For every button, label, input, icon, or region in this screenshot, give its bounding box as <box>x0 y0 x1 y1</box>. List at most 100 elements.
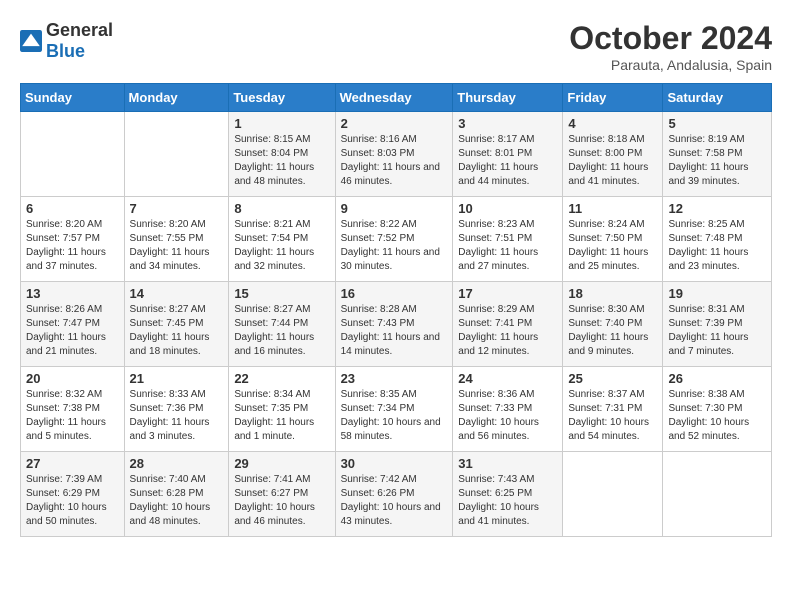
day-number: 2 <box>341 116 448 131</box>
day-cell <box>563 452 663 537</box>
day-number: 29 <box>234 456 329 471</box>
day-number: 14 <box>130 286 224 301</box>
day-cell: 26 Sunrise: 8:38 AMSunset: 7:30 PMDayligh… <box>663 367 772 452</box>
main-title: October 2024 <box>569 20 772 57</box>
week-row-2: 6 Sunrise: 8:20 AMSunset: 7:57 PMDaylight… <box>21 197 772 282</box>
day-detail: Sunrise: 8:15 AMSunset: 8:04 PMDaylight:… <box>234 133 329 189</box>
week-row-1: 1 Sunrise: 8:15 AMSunset: 8:04 PMDaylight… <box>21 112 772 197</box>
page-header: General Blue October 2024 Parauta, Andal… <box>20 20 772 73</box>
day-detail: Sunrise: 8:23 AMSunset: 7:51 PMDaylight:… <box>458 218 557 274</box>
day-detail: Sunrise: 8:32 AMSunset: 7:38 PMDaylight:… <box>26 388 119 444</box>
day-detail: Sunrise: 7:42 AMSunset: 6:26 PMDaylight:… <box>341 473 448 529</box>
header-day-monday: Monday <box>124 84 229 112</box>
header-day-sunday: Sunday <box>21 84 125 112</box>
day-cell: 13 Sunrise: 8:26 AMSunset: 7:47 PMDayligh… <box>21 282 125 367</box>
day-cell: 15 Sunrise: 8:27 AMSunset: 7:44 PMDayligh… <box>229 282 335 367</box>
day-number: 10 <box>458 201 557 216</box>
day-detail: Sunrise: 8:34 AMSunset: 7:35 PMDaylight:… <box>234 388 329 444</box>
day-detail: Sunrise: 8:17 AMSunset: 8:01 PMDaylight:… <box>458 133 557 189</box>
week-row-5: 27 Sunrise: 7:39 AMSunset: 6:29 PMDayligh… <box>21 452 772 537</box>
day-number: 27 <box>26 456 119 471</box>
logo-general: General <box>46 20 113 40</box>
header-day-tuesday: Tuesday <box>229 84 335 112</box>
day-cell: 9 Sunrise: 8:22 AMSunset: 7:52 PMDaylight… <box>335 197 453 282</box>
day-cell <box>124 112 229 197</box>
day-number: 5 <box>668 116 766 131</box>
logo-icon <box>20 30 42 52</box>
day-detail: Sunrise: 8:29 AMSunset: 7:41 PMDaylight:… <box>458 303 557 359</box>
day-cell: 7 Sunrise: 8:20 AMSunset: 7:55 PMDaylight… <box>124 197 229 282</box>
day-cell: 3 Sunrise: 8:17 AMSunset: 8:01 PMDaylight… <box>453 112 563 197</box>
day-detail: Sunrise: 7:40 AMSunset: 6:28 PMDaylight:… <box>130 473 224 529</box>
day-number: 22 <box>234 371 329 386</box>
day-cell: 29Sunrise: 7:41 AMSunset: 6:27 PMDayligh… <box>229 452 335 537</box>
day-number: 28 <box>130 456 224 471</box>
day-number: 17 <box>458 286 557 301</box>
day-detail: Sunrise: 8:28 AMSunset: 7:43 PMDaylight:… <box>341 303 448 359</box>
day-number: 11 <box>568 201 657 216</box>
logo: General Blue <box>20 20 113 62</box>
day-number: 25 <box>568 371 657 386</box>
day-cell: 20 Sunrise: 8:32 AMSunset: 7:38 PMDayligh… <box>21 367 125 452</box>
day-number: 16 <box>341 286 448 301</box>
day-number: 6 <box>26 201 119 216</box>
day-number: 3 <box>458 116 557 131</box>
day-number: 7 <box>130 201 224 216</box>
day-cell: 18Sunrise: 8:30 AMSunset: 7:40 PMDayligh… <box>563 282 663 367</box>
day-number: 13 <box>26 286 119 301</box>
day-number: 1 <box>234 116 329 131</box>
subtitle: Parauta, Andalusia, Spain <box>569 57 772 73</box>
day-cell <box>663 452 772 537</box>
day-detail: Sunrise: 8:30 AMSunset: 7:40 PMDaylight:… <box>568 303 657 359</box>
day-detail: Sunrise: 7:43 AMSunset: 6:25 PMDaylight:… <box>458 473 557 529</box>
day-number: 26 <box>668 371 766 386</box>
day-number: 9 <box>341 201 448 216</box>
day-number: 19 <box>668 286 766 301</box>
header-day-wednesday: Wednesday <box>335 84 453 112</box>
day-detail: Sunrise: 8:22 AMSunset: 7:52 PMDaylight:… <box>341 218 448 274</box>
day-cell: 24 Sunrise: 8:36 AMSunset: 7:33 PMDayligh… <box>453 367 563 452</box>
day-detail: Sunrise: 7:39 AMSunset: 6:29 PMDaylight:… <box>26 473 119 529</box>
day-detail: Sunrise: 8:31 AMSunset: 7:39 PMDaylight:… <box>668 303 766 359</box>
calendar-table: SundayMondayTuesdayWednesdayThursdayFrid… <box>20 83 772 537</box>
day-number: 15 <box>234 286 329 301</box>
day-cell: 14Sunrise: 8:27 AMSunset: 7:45 PMDayligh… <box>124 282 229 367</box>
day-detail: Sunrise: 8:37 AMSunset: 7:31 PMDaylight:… <box>568 388 657 444</box>
day-cell: 31Sunrise: 7:43 AMSunset: 6:25 PMDayligh… <box>453 452 563 537</box>
day-detail: Sunrise: 8:33 AMSunset: 7:36 PMDaylight:… <box>130 388 224 444</box>
day-cell: 11 Sunrise: 8:24 AMSunset: 7:50 PMDayligh… <box>563 197 663 282</box>
header-day-saturday: Saturday <box>663 84 772 112</box>
day-number: 20 <box>26 371 119 386</box>
week-row-4: 20 Sunrise: 8:32 AMSunset: 7:38 PMDayligh… <box>21 367 772 452</box>
day-cell: 4Sunrise: 8:18 AMSunset: 8:00 PMDaylight… <box>563 112 663 197</box>
day-cell: 21 Sunrise: 8:33 AMSunset: 7:36 PMDayligh… <box>124 367 229 452</box>
day-detail: Sunrise: 8:20 AMSunset: 7:55 PMDaylight:… <box>130 218 224 274</box>
day-number: 24 <box>458 371 557 386</box>
day-detail: Sunrise: 8:35 AMSunset: 7:34 PMDaylight:… <box>341 388 448 444</box>
day-detail: Sunrise: 8:21 AMSunset: 7:54 PMDaylight:… <box>234 218 329 274</box>
day-cell: 28 Sunrise: 7:40 AMSunset: 6:28 PMDayligh… <box>124 452 229 537</box>
header-day-thursday: Thursday <box>453 84 563 112</box>
day-cell: 19 Sunrise: 8:31 AMSunset: 7:39 PMDayligh… <box>663 282 772 367</box>
day-detail: Sunrise: 8:24 AMSunset: 7:50 PMDaylight:… <box>568 218 657 274</box>
day-number: 21 <box>130 371 224 386</box>
day-detail: Sunrise: 8:16 AMSunset: 8:03 PMDaylight:… <box>341 133 448 189</box>
day-detail: Sunrise: 8:20 AMSunset: 7:57 PMDaylight:… <box>26 218 119 274</box>
day-number: 23 <box>341 371 448 386</box>
day-detail: Sunrise: 8:36 AMSunset: 7:33 PMDaylight:… <box>458 388 557 444</box>
day-detail: Sunrise: 8:27 AMSunset: 7:44 PMDaylight:… <box>234 303 329 359</box>
day-cell: 5Sunrise: 8:19 AMSunset: 7:58 PMDaylight… <box>663 112 772 197</box>
header-row: SundayMondayTuesdayWednesdayThursdayFrid… <box>21 84 772 112</box>
day-cell: 22 Sunrise: 8:34 AMSunset: 7:35 PMDayligh… <box>229 367 335 452</box>
day-cell: 27 Sunrise: 7:39 AMSunset: 6:29 PMDayligh… <box>21 452 125 537</box>
day-cell: 12Sunrise: 8:25 AMSunset: 7:48 PMDayligh… <box>663 197 772 282</box>
day-detail: Sunrise: 8:18 AMSunset: 8:00 PMDaylight:… <box>568 133 657 189</box>
day-cell: 30 Sunrise: 7:42 AMSunset: 6:26 PMDayligh… <box>335 452 453 537</box>
day-detail: Sunrise: 8:26 AMSunset: 7:47 PMDaylight:… <box>26 303 119 359</box>
day-cell: 17 Sunrise: 8:29 AMSunset: 7:41 PMDayligh… <box>453 282 563 367</box>
day-cell: 6 Sunrise: 8:20 AMSunset: 7:57 PMDaylight… <box>21 197 125 282</box>
day-detail: Sunrise: 8:38 AMSunset: 7:30 PMDaylight:… <box>668 388 766 444</box>
day-number: 30 <box>341 456 448 471</box>
day-cell: 2 Sunrise: 8:16 AMSunset: 8:03 PMDaylight… <box>335 112 453 197</box>
week-row-3: 13 Sunrise: 8:26 AMSunset: 7:47 PMDayligh… <box>21 282 772 367</box>
